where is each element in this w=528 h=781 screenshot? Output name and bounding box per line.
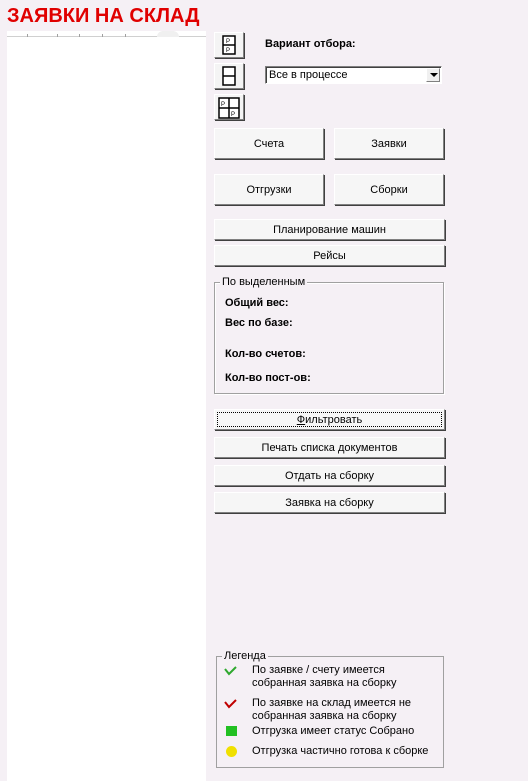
red-check-icon (224, 699, 237, 709)
document-grid[interactable] (7, 31, 206, 781)
single-pane-icon (222, 66, 236, 86)
split-vertical-icon: P P (222, 35, 236, 55)
chevron-down-icon[interactable] (426, 68, 440, 82)
vehicle-planning-button[interactable]: Планирование машин (214, 219, 445, 240)
page-title: ЗАЯВКИ НА СКЛАД (7, 5, 200, 27)
shipments-button[interactable]: Отгрузки (214, 174, 324, 205)
selected-totals-caption: По выделенным (220, 276, 308, 288)
selection-variant-value: Все в процессе (269, 69, 348, 81)
assemblies-button[interactable]: Сборки (334, 174, 444, 205)
single-pane-button[interactable] (214, 63, 244, 89)
green-square-icon (226, 726, 237, 736)
total-weight-label: Общий вес: (225, 297, 289, 309)
send-to-assembly-button[interactable]: Отдать на сборку (214, 465, 445, 486)
legend-item-2-line-1: По заявке на склад имеется не (252, 697, 412, 709)
svg-text:P: P (231, 112, 235, 118)
supplier-count-label: Кол-во пост-ов: (225, 372, 311, 384)
legend-item-3-text: Отгрузка имеет статус Собрано (252, 725, 415, 737)
quad-pane-button[interactable]: P P (214, 94, 244, 120)
selection-variant-label: Вариант отбора: (265, 38, 356, 50)
svg-text:P: P (221, 102, 225, 108)
filter-button[interactable]: Фильтровать (214, 409, 445, 430)
invoices-button[interactable]: Счета (214, 128, 324, 159)
legend-item-1-line-2: собранная заявка на сборку (252, 677, 397, 689)
print-list-button[interactable]: Печать списка документов (214, 437, 445, 458)
yellow-dot-icon (226, 746, 237, 757)
invoice-count-label: Кол-во счетов: (225, 348, 306, 360)
trips-button[interactable]: Рейсы (214, 245, 445, 266)
split-vertical-button[interactable]: P P (214, 32, 244, 58)
filter-button-label: Фильтровать (296, 413, 363, 426)
legend-item-4-text: Отгрузка частично готова к сборке (252, 745, 429, 757)
legend-item-2-line-2: собранная заявка на сборку (252, 710, 397, 722)
selection-variant-select[interactable]: Все в процессе (265, 66, 442, 84)
quad-pane-icon: P P (218, 97, 240, 119)
legend-item-1-line-1: По заявке / счету имеется (252, 664, 385, 676)
svg-text:P: P (226, 48, 230, 54)
grid-header (7, 31, 206, 37)
green-check-icon (224, 666, 237, 676)
svg-text:P: P (226, 39, 230, 45)
requests-button[interactable]: Заявки (334, 128, 444, 159)
request-assembly-button[interactable]: Заявка на сборку (214, 492, 445, 513)
base-weight-label: Вес по базе: (225, 317, 293, 329)
legend-caption: Легенда (222, 650, 268, 662)
